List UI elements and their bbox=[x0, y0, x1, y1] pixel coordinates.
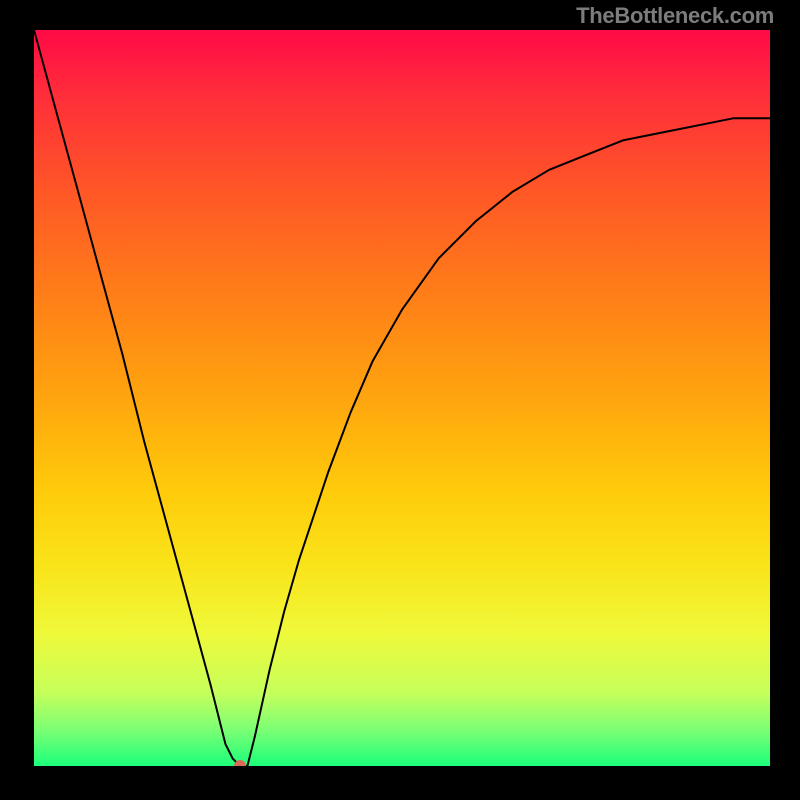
chart-plot-area bbox=[34, 30, 770, 766]
chart-frame: TheBottleneck.com bbox=[0, 0, 800, 800]
attribution-watermark: TheBottleneck.com bbox=[576, 3, 774, 29]
chart-curve bbox=[34, 30, 770, 766]
